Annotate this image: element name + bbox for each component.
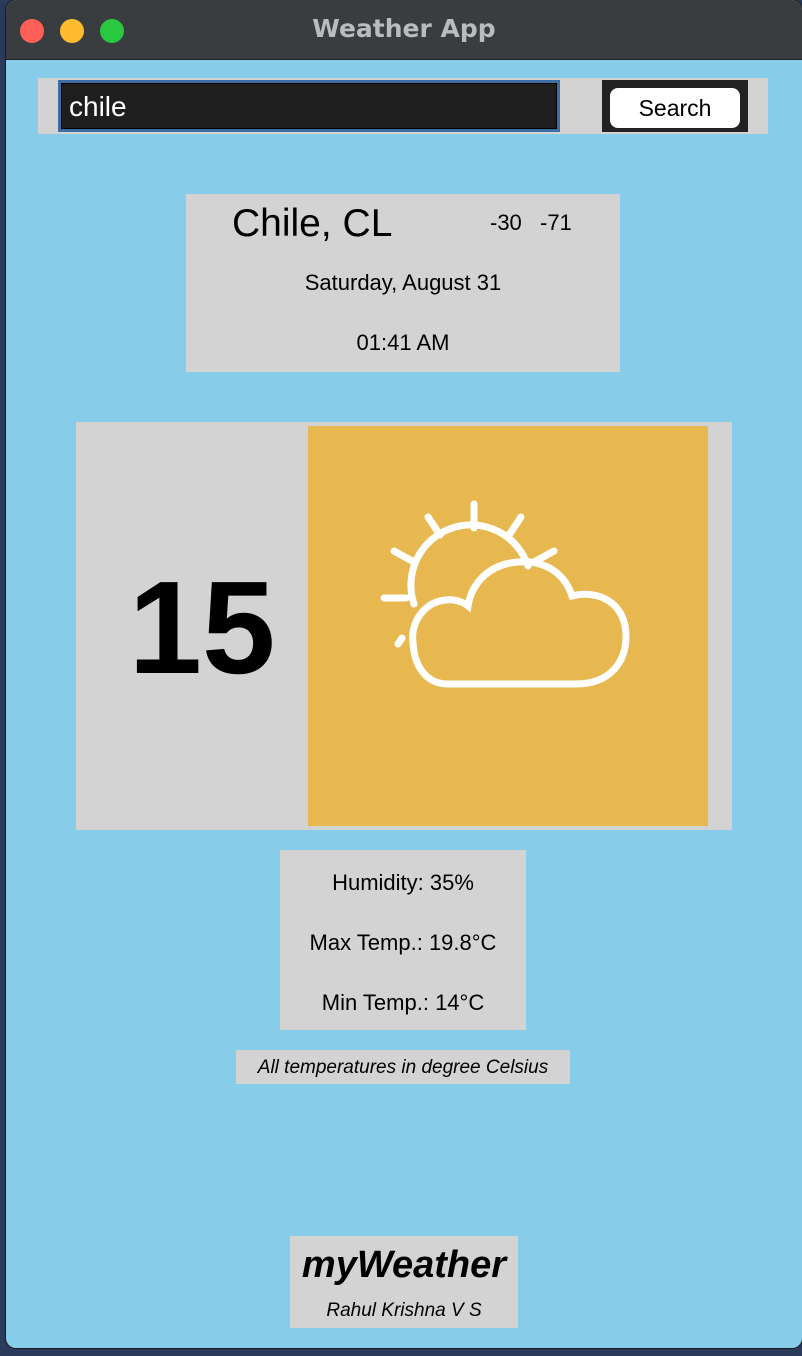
brand-author: Rahul Krishna V S <box>326 1300 482 1321</box>
weather-icon-box <box>308 426 708 826</box>
humidity-label: Humidity: 35% <box>332 870 474 895</box>
search-input[interactable]: chile <box>58 80 560 132</box>
latitude-label: -30 <box>490 210 522 235</box>
temperature-value: 15 <box>128 554 276 701</box>
longitude-label: -71 <box>540 210 572 235</box>
search-button[interactable]: Search <box>610 88 740 128</box>
max-temp-label: Max Temp.: 19.8°C <box>309 930 497 955</box>
stats-card: Humidity: 35% Max Temp.: 19.8°C Min Temp… <box>280 850 526 1030</box>
time-label: 01:41 AM <box>356 330 450 355</box>
current-weather-card: 15 <box>76 422 732 830</box>
window-title: Weather App <box>312 14 496 43</box>
min-temp-label: Min Temp.: 14°C <box>321 990 485 1015</box>
search-bar: chile Search <box>38 78 768 134</box>
partly-cloudy-icon <box>380 500 630 688</box>
brand-card: myWeather Rahul Krishna V S <box>290 1236 518 1328</box>
brand-name: myWeather <box>301 1244 507 1286</box>
app-window: Weather App chile Search Chile, CL -30 -… <box>6 0 802 1348</box>
search-button-frame: Search <box>602 80 748 132</box>
city-label: Chile, CL <box>232 202 393 245</box>
date-label: Saturday, August 31 <box>304 270 502 295</box>
units-note: All temperatures in degree Celsius <box>236 1050 570 1084</box>
location-card: Chile, CL -30 -71 Saturday, August 31 01… <box>186 194 620 372</box>
title-bar: Weather App <box>6 0 802 60</box>
